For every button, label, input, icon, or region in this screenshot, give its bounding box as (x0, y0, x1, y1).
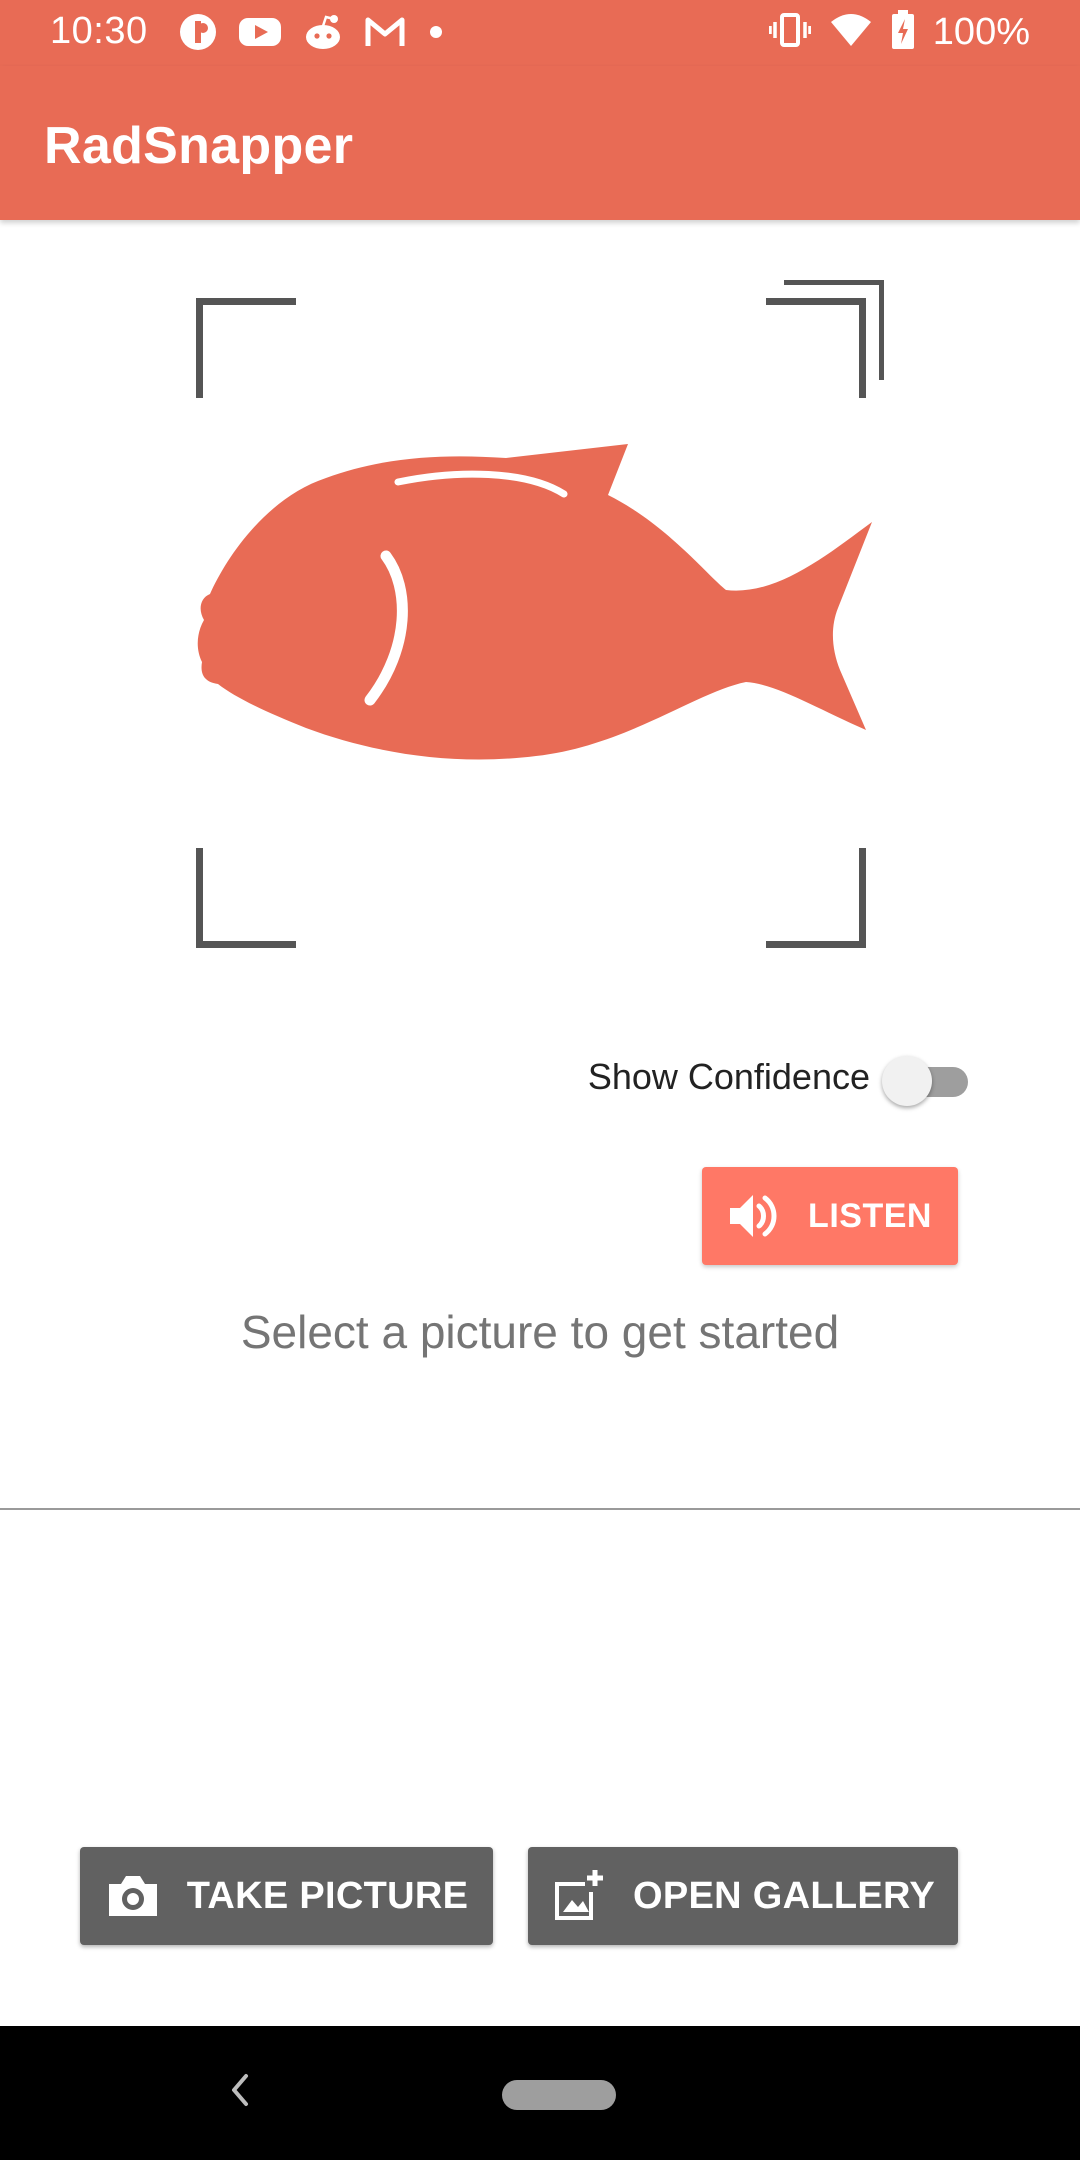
speaker-icon (728, 1191, 782, 1241)
reddit-icon (302, 13, 344, 51)
app-bar: RadSnapper (0, 66, 1080, 220)
battery-percentage: 100% (932, 11, 1030, 53)
youtube-icon (238, 15, 282, 49)
divider (0, 1508, 1080, 1510)
confidence-toggle-row: Show Confidence (560, 1050, 980, 1106)
status-prompt: Select a picture to get started (240, 1306, 840, 1358)
vibrate-icon (768, 12, 812, 53)
take-picture-label: TAKE PICTURE (186, 1874, 469, 1917)
battery-charging-icon (891, 10, 915, 55)
notification-icons (178, 12, 446, 52)
navigation-bar (0, 2026, 1080, 2160)
wifi-icon (829, 12, 873, 53)
more-notifications-dot-icon (426, 22, 446, 42)
podcast-app-icon (178, 12, 218, 52)
show-confidence-switch[interactable] (882, 1056, 968, 1106)
corner-bracket-bottom-left (196, 848, 296, 948)
system-icons: 100% (768, 10, 1030, 55)
status-bar: 10:30 100% (0, 0, 1080, 66)
app-title: RadSnapper (44, 117, 354, 175)
open-gallery-button[interactable]: OPEN GALLERY (528, 1847, 958, 1945)
gmail-icon (364, 16, 406, 48)
switch-thumb (882, 1056, 932, 1106)
camera-icon (105, 1872, 161, 1920)
image-viewfinder[interactable] (196, 280, 884, 948)
back-icon[interactable] (226, 2070, 252, 2115)
fish-icon (197, 444, 872, 760)
status-time: 10:30 (50, 10, 148, 52)
corner-bracket-bottom-right (766, 848, 866, 948)
corner-bracket-top-right-outer (784, 280, 884, 380)
open-gallery-label: OPEN GALLERY (633, 1874, 935, 1917)
home-pill-icon[interactable] (502, 2080, 616, 2110)
add-photo-icon (551, 1868, 607, 1924)
take-picture-button[interactable]: TAKE PICTURE (80, 1847, 493, 1945)
listen-button[interactable]: LISTEN (702, 1167, 958, 1265)
listen-button-label: LISTEN (808, 1196, 932, 1235)
show-confidence-label: Show Confidence (587, 1056, 870, 1097)
corner-bracket-top-left (196, 298, 296, 398)
